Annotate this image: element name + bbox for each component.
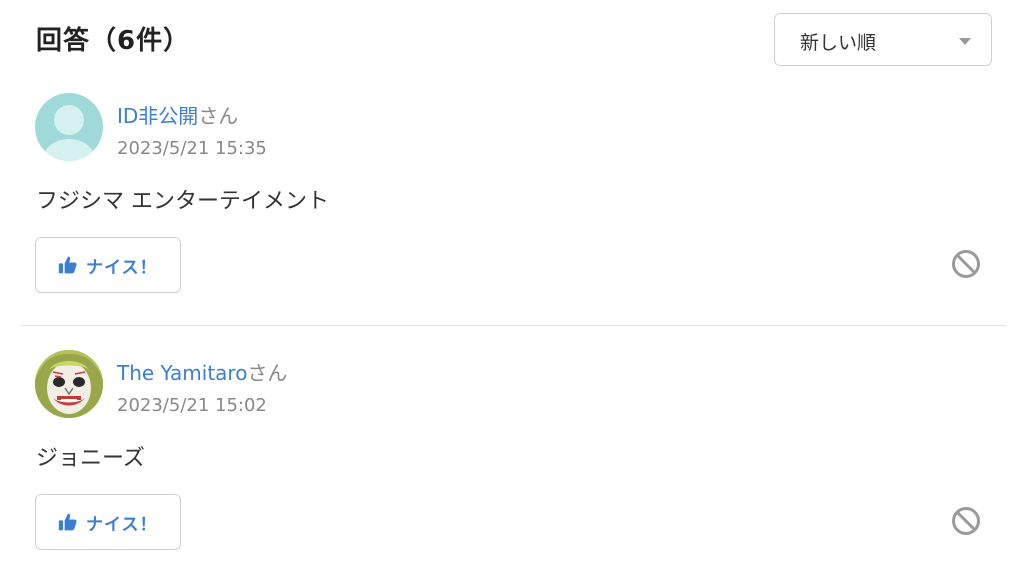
thumbs-up-icon bbox=[58, 513, 77, 531]
answer-timestamp: 2023/5/21 15:35 bbox=[117, 138, 267, 159]
answer-divider bbox=[22, 325, 1006, 326]
user-honorific: さん bbox=[198, 104, 239, 128]
prohibited-icon[interactable] bbox=[950, 248, 982, 280]
prohibited-icon[interactable] bbox=[950, 505, 982, 537]
answer-user: ID非公開さん bbox=[117, 100, 238, 129]
avatar[interactable] bbox=[35, 93, 103, 161]
joker-face-avatar-image bbox=[35, 350, 103, 418]
answers-header: 回答（6件） 新しい順 bbox=[0, 0, 1024, 80]
user-name-link[interactable]: ID非公開 bbox=[117, 104, 198, 128]
avatar[interactable] bbox=[35, 350, 103, 418]
nice-button[interactable]: ナイス！ bbox=[35, 494, 181, 550]
answers-count-title: 回答（6件） bbox=[36, 26, 191, 56]
nice-button[interactable]: ナイス！ bbox=[35, 237, 181, 293]
sort-order-value: 新しい順 bbox=[800, 32, 877, 54]
answer-timestamp: 2023/5/21 15:02 bbox=[117, 395, 267, 416]
caret-down-icon bbox=[959, 38, 971, 45]
user-honorific: さん bbox=[247, 361, 288, 385]
user-name-link[interactable]: The Yamitaro bbox=[117, 361, 247, 385]
answer-user: The Yamitaroさん bbox=[117, 357, 287, 386]
sort-order-select[interactable]: 新しい順 bbox=[774, 13, 992, 66]
thumbs-up-icon bbox=[58, 256, 77, 274]
nice-button-label: ナイス！ bbox=[86, 258, 158, 278]
answer-body: ジョニーズ bbox=[36, 446, 145, 471]
nice-button-label: ナイス！ bbox=[86, 515, 158, 535]
answer-body: フジシマ エンターテイメント bbox=[36, 189, 329, 214]
